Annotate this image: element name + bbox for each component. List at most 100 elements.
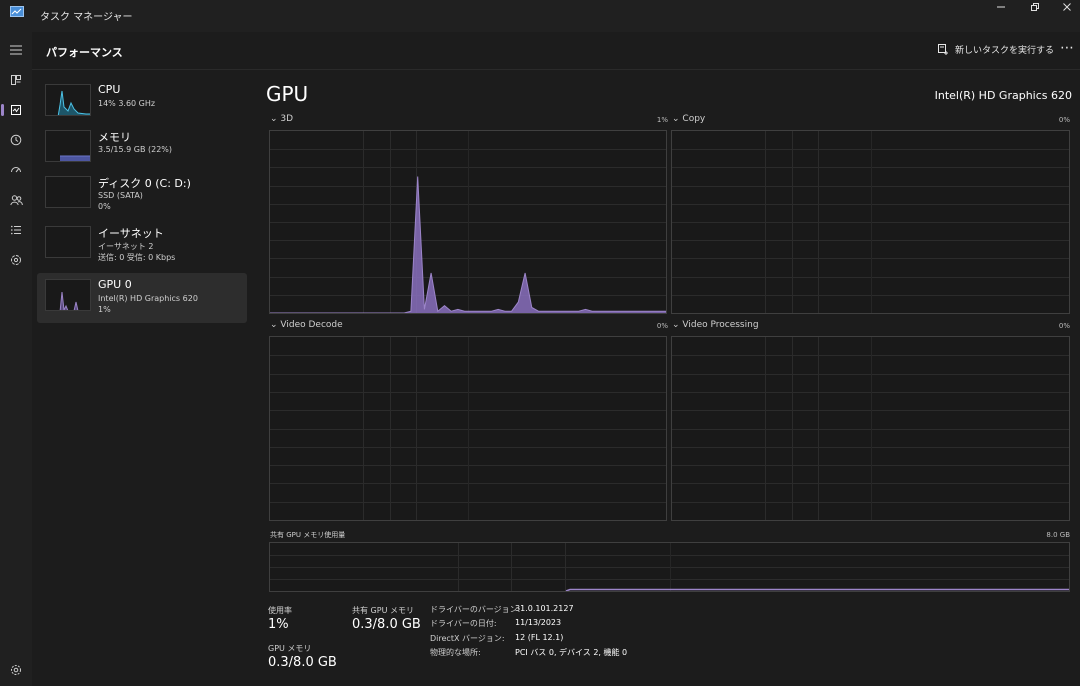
engine-percent: 0%	[1058, 116, 1070, 124]
directx-version-value: 12 (FL 12.1)	[515, 633, 564, 642]
engine-selector-video-processing[interactable]: ⌄ Video Processing	[672, 320, 759, 330]
physical-location-label: 物理的な場所:	[430, 648, 481, 657]
device-item-cpu[interactable]: CPU 14% 3.60 GHz	[37, 78, 247, 128]
device-name: ディスク 0 (C: D:)	[98, 177, 191, 190]
shared-memory-max: 8.0 GB	[1046, 531, 1070, 539]
graph-shared-memory	[269, 542, 1070, 592]
gpu-thumbnail-graph	[45, 279, 91, 311]
restore-icon	[1031, 3, 1039, 11]
startup-icon	[11, 167, 21, 173]
window-title: タスク マネージャー	[40, 12, 133, 23]
gpu-panel: GPU Intel(R) HD Graphics 620 ⌄ 3D 1% ⌄ C…	[248, 70, 1080, 686]
device-detail: SSD (SATA)	[98, 191, 143, 200]
device-item-memory[interactable]: メモリ 3.5/15.9 GB (22%)	[37, 124, 247, 174]
page-title: パフォーマンス	[46, 46, 123, 59]
engine-label: Video Decode	[280, 320, 343, 330]
gpu-model: Intel(R) HD Graphics 620	[934, 89, 1072, 102]
history-icon	[10, 134, 22, 146]
nav-processes[interactable]	[4, 68, 28, 92]
disk-thumbnail-graph	[45, 176, 91, 208]
directx-version-label: DirectX バージョン:	[430, 634, 505, 643]
engine-selector-video-decode[interactable]: ⌄ Video Decode	[270, 320, 343, 330]
shared-memory-label: 共有 GPU メモリ使用量	[270, 531, 346, 539]
close-icon	[1063, 3, 1071, 11]
graph-video-processing	[671, 336, 1070, 521]
graph-copy	[671, 130, 1070, 314]
graph-video-processing-plot	[672, 337, 1069, 520]
engine-percent: 1%	[656, 116, 668, 124]
close-button[interactable]	[1050, 0, 1080, 16]
utilization-label: 使用率	[268, 606, 292, 615]
nav-app-history[interactable]	[4, 128, 28, 152]
device-usage: 1%	[98, 305, 111, 314]
performance-icon	[11, 105, 21, 115]
graph-copy-plot	[672, 131, 1069, 313]
page-header: パフォーマンス 新しいタスクを実行する ⋯	[32, 32, 1080, 70]
shared-memory-stat-value: 0.3/8.0 GB	[352, 617, 421, 632]
series-line-shared-memory	[565, 588, 1069, 591]
device-name: メモリ	[98, 131, 131, 144]
device-list: CPU 14% 3.60 GHz メモリ 3.5/15.9 GB (22%) デ…	[32, 70, 248, 686]
device-detail: 3.5/15.9 GB (22%)	[98, 145, 173, 154]
gpu-memory-label: GPU メモリ	[268, 644, 312, 653]
device-item-gpu[interactable]: GPU 0 Intel(R) HD Graphics 620 1%	[37, 273, 247, 323]
nav-startup-apps[interactable]	[4, 158, 28, 182]
engine-label: 3D	[280, 114, 294, 124]
minimize-button[interactable]	[984, 0, 1018, 16]
nav-settings[interactable]	[4, 658, 28, 682]
title-bar: タスク マネージャー	[0, 0, 1080, 32]
ethernet-thumbnail-graph	[45, 226, 91, 258]
run-new-task-button[interactable]: 新しいタスクを実行する	[938, 43, 1054, 56]
task-manager-app-icon	[10, 6, 24, 17]
cpu-thumbnail-graph	[45, 84, 91, 116]
utilization-value: 1%	[268, 617, 289, 632]
gear-icon	[11, 665, 21, 675]
services-icon	[11, 255, 21, 265]
device-throughput: 送信: 0 受信: 0 Kbps	[98, 253, 176, 262]
device-item-ethernet[interactable]: イーサネット イーサネット 2 送信: 0 受信: 0 Kbps	[37, 220, 247, 270]
driver-version-value: 31.0.101.2127	[515, 604, 574, 613]
driver-version-label: ドライバーのバージョン:	[430, 605, 521, 614]
nav-services[interactable]	[4, 248, 28, 272]
hamburger-icon	[10, 45, 22, 55]
device-name: GPU 0	[98, 278, 132, 291]
navigation-rail	[0, 32, 32, 686]
more-options-button[interactable]: ⋯	[1060, 40, 1075, 56]
engine-label: Copy	[682, 114, 706, 124]
device-name: CPU	[98, 83, 121, 96]
nav-details[interactable]	[4, 218, 28, 242]
device-name: イーサネット	[98, 227, 164, 240]
nav-performance[interactable]	[1, 98, 28, 122]
engine-selector-copy[interactable]: ⌄ Copy	[672, 114, 705, 124]
engine-percent: 0%	[656, 322, 668, 330]
gpu-memory-value: 0.3/8.0 GB	[268, 655, 337, 670]
menu-button[interactable]	[4, 38, 28, 62]
graph-video-decode-plot	[270, 337, 666, 520]
minimize-icon	[997, 6, 1005, 8]
shared-memory-stat-label: 共有 GPU メモリ	[352, 606, 414, 615]
graph-3d-plot	[270, 131, 666, 313]
graph-video-decode	[269, 336, 667, 521]
details-icon	[11, 225, 21, 235]
engine-percent: 0%	[1058, 322, 1070, 330]
users-icon	[9, 195, 23, 206]
device-detail: Intel(R) HD Graphics 620	[98, 294, 198, 303]
nav-users[interactable]	[4, 188, 28, 212]
device-item-disk[interactable]: ディスク 0 (C: D:) SSD (SATA) 0%	[37, 170, 247, 220]
restore-button[interactable]	[1018, 0, 1052, 16]
device-detail: 14% 3.60 GHz	[98, 99, 156, 108]
processes-icon	[11, 75, 21, 85]
gpu-title: GPU	[266, 82, 309, 106]
run-task-icon	[938, 44, 948, 55]
run-new-task-label: 新しいタスクを実行する	[955, 46, 1055, 56]
physical-location-value: PCI バス 0, デバイス 2, 機能 0	[515, 648, 628, 657]
driver-date-value: 11/13/2023	[515, 618, 562, 627]
device-detail: イーサネット 2	[98, 242, 154, 251]
graph-3d	[269, 130, 667, 314]
engine-label: Video Processing	[682, 320, 759, 330]
engine-selector-3d[interactable]: ⌄ 3D	[270, 114, 293, 124]
driver-date-label: ドライバーの日付:	[430, 619, 497, 628]
device-usage: 0%	[98, 202, 111, 211]
memory-thumbnail-graph	[45, 130, 91, 162]
graph-shared-memory-plot	[270, 543, 1069, 591]
